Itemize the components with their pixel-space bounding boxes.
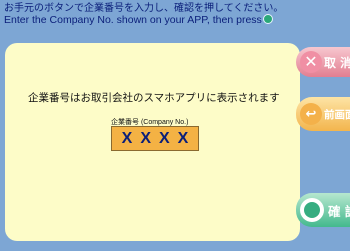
instruction-english: Enter the Company No. shown on your APP,… [4, 14, 304, 26]
x-icon: ✕ [300, 51, 322, 73]
instructions: お手元のボタンで企業番号を入力し、確認を押してください。 Enter the C… [4, 3, 304, 26]
previous-screen-button[interactable]: ↩ 前画面へ [296, 97, 350, 131]
company-number-value: XXXX [121, 129, 197, 147]
circle-icon [300, 198, 324, 222]
confirm-button[interactable]: 確 認 [296, 193, 350, 227]
cancel-button[interactable]: ✕ 取 消 [296, 47, 350, 77]
panel-message: 企業番号はお取引会社のスマホアプリに表示されます [28, 92, 280, 104]
confirm-circle-icon [262, 14, 273, 24]
previous-screen-button-label: 前画面へ [324, 108, 350, 121]
instruction-english-text: Enter the Company No. shown on your APP,… [4, 14, 262, 26]
cancel-button-label: 取 消 [324, 55, 350, 70]
back-arrow-icon: ↩ [300, 103, 322, 125]
confirm-button-label: 確 認 [328, 203, 350, 219]
company-number-field[interactable]: XXXX [111, 126, 199, 151]
instruction-japanese: お手元のボタンで企業番号を入力し、確認を押してください。 [4, 3, 284, 14]
